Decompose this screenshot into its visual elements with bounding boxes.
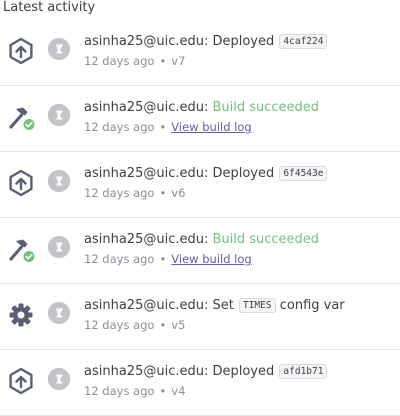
user-email: asinha25@uic.edu: [84, 100, 204, 115]
avatar[interactable]: [48, 104, 70, 126]
release-version: v4: [171, 384, 186, 398]
avatar[interactable]: [48, 38, 70, 60]
gear-icon: [7, 301, 35, 329]
timestamp: 12 days ago: [84, 318, 155, 332]
activity-action: Deployed: [212, 364, 275, 379]
user-email: asinha25@uic.edu: [84, 364, 204, 379]
section-title: Latest activity: [3, 0, 96, 15]
commit-hash: 6f4543e: [279, 166, 328, 181]
activity-item: asinha25@uic.edu: Build succeeded 12 day…: [0, 218, 400, 284]
timestamp: 12 days ago: [84, 252, 155, 266]
user-email: asinha25@uic.edu: [84, 298, 204, 313]
avatar[interactable]: [48, 236, 70, 258]
separator-dot: •: [159, 120, 167, 134]
commit-hash: 4caf224: [279, 34, 328, 49]
build-icon: [7, 103, 35, 131]
user-email: asinha25@uic.edu: [84, 232, 204, 247]
activity-item: asinha25@uic.edu: Set TIMES config var 1…: [0, 284, 400, 350]
release-version: v6: [171, 186, 186, 200]
build-status: Build succeeded: [212, 100, 320, 115]
separator-dot: •: [159, 384, 167, 398]
config-var-name: TIMES: [238, 298, 276, 313]
avatar[interactable]: [48, 170, 70, 192]
deploy-icon: [7, 169, 35, 197]
avatar[interactable]: [48, 302, 70, 324]
timestamp: 12 days ago: [84, 384, 155, 398]
user-email: asinha25@uic.edu: [84, 34, 204, 49]
activity-item: asinha25@uic.edu: Deployed 4caf224 12 da…: [0, 20, 400, 86]
timestamp: 12 days ago: [84, 120, 155, 134]
separator-dot: •: [159, 318, 167, 332]
separator-dot: •: [159, 252, 167, 266]
build-status: Build succeeded: [212, 232, 320, 247]
timestamp: 12 days ago: [84, 186, 155, 200]
avatar[interactable]: [48, 368, 70, 390]
build-icon: [7, 235, 35, 263]
separator-dot: •: [159, 54, 167, 68]
activity-feed: asinha25@uic.edu: Deployed 4caf224 12 da…: [0, 20, 400, 416]
deploy-icon: [7, 367, 35, 395]
release-version: v5: [171, 318, 186, 332]
activity-action: Deployed: [212, 34, 275, 49]
deploy-icon: [7, 37, 35, 65]
view-build-log-link[interactable]: View build log: [171, 252, 251, 266]
activity-action: Set: [212, 298, 234, 313]
view-build-log-link[interactable]: View build log: [171, 120, 251, 134]
activity-suffix: config var: [279, 298, 345, 313]
activity-item: asinha25@uic.edu: Build succeeded 12 day…: [0, 86, 400, 152]
release-version: v7: [171, 54, 186, 68]
separator-dot: •: [159, 186, 167, 200]
timestamp: 12 days ago: [84, 54, 155, 68]
user-email: asinha25@uic.edu: [84, 166, 204, 181]
activity-item: asinha25@uic.edu: Deployed 6f4543e 12 da…: [0, 152, 400, 218]
commit-hash: afd1b71: [279, 364, 328, 379]
activity-item: asinha25@uic.edu: Deployed afd1b71 12 da…: [0, 350, 400, 416]
activity-action: Deployed: [212, 166, 275, 181]
